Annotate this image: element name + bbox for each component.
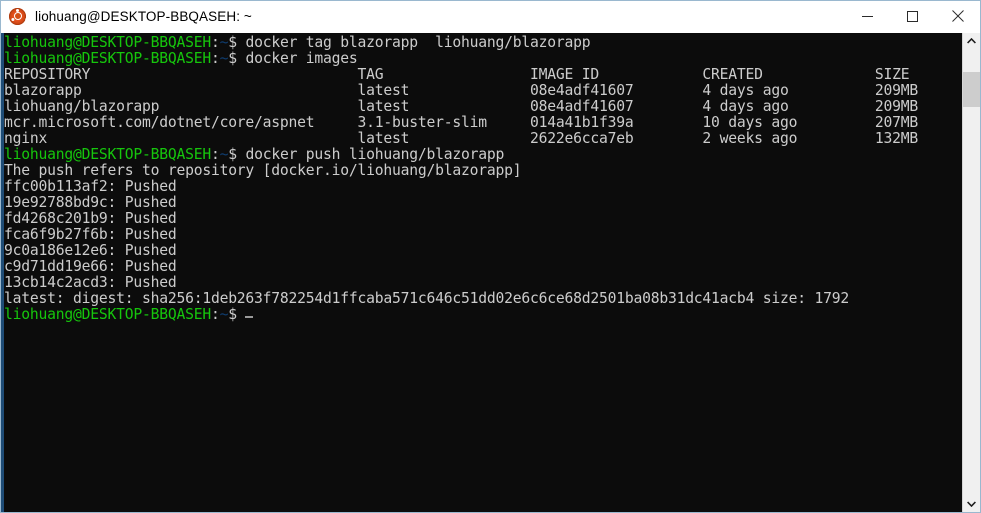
push-digest-line: latest: digest: sha256:1deb263f782254d1f… — [4, 290, 850, 307]
prompt-userhost: liohuang@DESKTOP-BBQASEH — [4, 50, 211, 67]
title-bar[interactable]: liohuang@DESKTOP-BBQASEH: ~ — [1, 1, 980, 32]
push-layer-line: 19e92788bd9c: Pushed — [4, 194, 177, 211]
window-controls — [845, 1, 980, 31]
prompt-colon: : — [210, 50, 220, 67]
terminal-line-prompt-push: liohuang@DESKTOP-BBQASEH:~$ docker push … — [4, 147, 962, 163]
prompt-sigil: $ — [228, 146, 237, 163]
prompt-sigil: $ — [228, 306, 237, 323]
push-layer-line: c9d71dd19e66: Pushed — [4, 258, 177, 275]
prompt-path: ~ — [219, 34, 229, 51]
prompt-userhost: liohuang@DESKTOP-BBQASEH — [4, 146, 211, 163]
ubuntu-icon — [9, 7, 26, 25]
push-layer-line: 13cb14c2acd3: Pushed — [4, 274, 177, 291]
prompt-path: ~ — [219, 146, 229, 163]
command-docker-tag: docker tag blazorapp liohuang/blazorapp — [236, 34, 591, 51]
terminal-line-prompt-images: liohuang@DESKTOP-BBQASEH:~$ docker image… — [4, 51, 962, 67]
push-layer-line: fca6f9b27f6b: Pushed — [4, 226, 177, 243]
prompt-path: ~ — [219, 306, 229, 323]
terminal-window: liohuang@DESKTOP-BBQASEH: ~ liohuang@DES… — [0, 0, 981, 513]
command-docker-push: docker push liohuang/blazorapp — [236, 146, 505, 163]
scrollbar-track[interactable] — [963, 50, 980, 495]
close-button[interactable] — [935, 1, 980, 31]
prompt-sigil: $ — [228, 34, 237, 51]
push-layer-line: ffc00b113af2: Pushed — [4, 178, 177, 195]
scrollbar-down-button[interactable] — [963, 495, 980, 512]
prompt-colon: : — [210, 146, 220, 163]
title-bar-left: liohuang@DESKTOP-BBQASEH: ~ — [1, 7, 252, 25]
images-table-header: REPOSITORY TAG IMAGE ID CREATED SIZE — [4, 66, 910, 83]
images-table-row: nginx latest 2622e6cca7eb 2 weeks ago 13… — [4, 130, 918, 147]
images-table-row: blazorapp latest 08e4adf41607 4 days ago… — [4, 82, 918, 99]
scrollbar-up-button[interactable] — [963, 33, 980, 50]
terminal-line-prompt-active: liohuang@DESKTOP-BBQASEH:~$ — [4, 307, 962, 323]
terminal-output[interactable]: liohuang@DESKTOP-BBQASEH:~$ docker tag b… — [4, 33, 962, 512]
prompt-path: ~ — [219, 50, 229, 67]
images-table-row: liohuang/blazorapp latest 08e4adf41607 4… — [4, 98, 918, 115]
command-docker-images: docker images — [236, 50, 358, 67]
maximize-button[interactable] — [890, 1, 935, 31]
prompt-userhost: liohuang@DESKTOP-BBQASEH — [4, 34, 211, 51]
push-refers-line: The push refers to repository [docker.io… — [4, 162, 522, 179]
prompt-sigil: $ — [228, 50, 237, 67]
terminal-scrollbar[interactable] — [962, 33, 980, 512]
minimize-button[interactable] — [845, 1, 890, 31]
prompt-userhost: liohuang@DESKTOP-BBQASEH — [4, 306, 211, 323]
images-table-row: mcr.microsoft.com/dotnet/core/aspnet 3.1… — [4, 114, 918, 131]
push-layer-line: fd4268c201b9: Pushed — [4, 210, 177, 227]
prompt-colon: : — [210, 34, 220, 51]
prompt-colon: : — [210, 306, 220, 323]
terminal-area: liohuang@DESKTOP-BBQASEH:~$ docker tag b… — [1, 32, 980, 512]
terminal-cursor — [245, 316, 254, 318]
terminal-line-prompt-tag: liohuang@DESKTOP-BBQASEH:~$ docker tag b… — [4, 35, 962, 51]
push-layer-line: 9c0a186e12e6: Pushed — [4, 242, 177, 259]
window-title: liohuang@DESKTOP-BBQASEH: ~ — [35, 8, 252, 24]
scrollbar-thumb[interactable] — [963, 72, 980, 107]
